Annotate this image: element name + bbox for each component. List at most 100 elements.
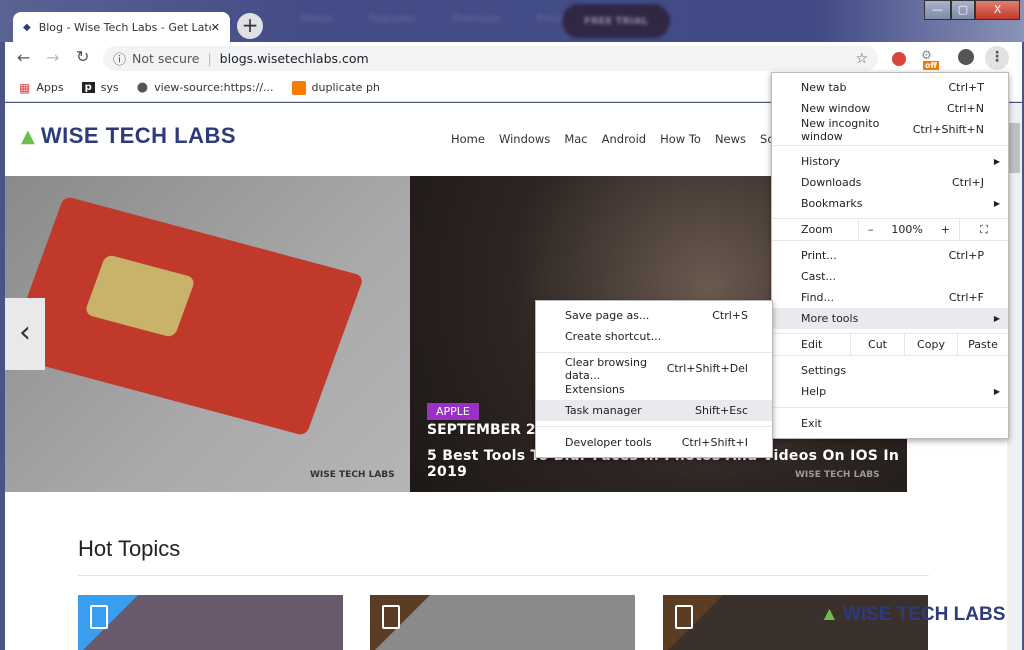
menu-downloads[interactable]: Downloads Ctrl+J	[772, 172, 1008, 193]
submenu-arrow-icon: ▶	[993, 199, 1000, 208]
more-tools-submenu: Save page as... Ctrl+S Create shortcut...…	[535, 300, 773, 458]
extension-icon[interactable]: ⚙	[921, 48, 932, 62]
security-label[interactable]: Not secure	[132, 51, 199, 66]
scrollbar-thumb[interactable]	[1009, 123, 1020, 173]
menu-history[interactable]: History ▶	[772, 151, 1008, 172]
menu-label: Exit	[801, 417, 822, 430]
bookmark-sys[interactable]: p sys	[81, 81, 119, 94]
menu-label: History	[801, 155, 841, 168]
nav-android[interactable]: Android	[602, 132, 646, 146]
bookmark-duplicate[interactable]: duplicate ph	[291, 80, 380, 95]
submenu-extensions[interactable]: Extensions	[536, 379, 772, 400]
extension-red-icon[interactable]	[892, 52, 906, 66]
p-icon: p	[81, 82, 95, 93]
nav-news[interactable]: News	[715, 132, 746, 146]
site-logo[interactable]: ▲ WISE TECH LABS	[21, 123, 236, 149]
info-icon[interactable]: ⓘ	[113, 49, 126, 68]
menu-cast[interactable]: Cast...	[772, 266, 1008, 287]
menu-label: Find...	[801, 291, 835, 304]
zoom-value: 100%	[891, 223, 923, 236]
logo-mark-icon: ▲	[820, 604, 839, 625]
menu-settings[interactable]: Settings	[772, 360, 1008, 381]
bookmark-label: sys	[100, 81, 119, 94]
blurred-background-nav: Home Features Premium Pricing	[300, 12, 574, 25]
submenu-arrow-icon: ▶	[993, 314, 1000, 323]
menu-label: Clear browsing data...	[565, 355, 647, 382]
menu-bookmarks[interactable]: Bookmarks ▶	[772, 193, 1008, 214]
submenu-save-page[interactable]: Save page as... Ctrl+S	[536, 305, 772, 326]
menu-label: Extensions	[565, 383, 625, 396]
new-tab-button[interactable]: +	[237, 13, 263, 39]
bookmark-label: Apps	[36, 81, 64, 94]
menu-exit[interactable]: Exit	[772, 413, 1008, 434]
menu-label: Print...	[801, 249, 837, 262]
bookmark-view-source[interactable]: ● view-source:https://...	[137, 80, 274, 95]
reload-icon[interactable]: ↻	[76, 47, 89, 66]
sim-card-shape	[5, 195, 365, 437]
blurred-trial-button: FREE TRIAL	[562, 4, 670, 38]
menu-label: Save page as...	[565, 309, 650, 322]
topic-card[interactable]	[78, 595, 343, 650]
sim-cards-image[interactable]: WISE TECH LABS	[5, 176, 410, 492]
menu-new-incognito[interactable]: New incognito window Ctrl+Shift+N	[772, 116, 1008, 143]
clipboard-icon	[675, 605, 693, 629]
fullscreen-icon[interactable]: ⛶	[960, 219, 1008, 240]
nav-mac[interactable]: Mac	[564, 132, 587, 146]
scrollbar[interactable]	[1007, 103, 1022, 650]
maximize-button[interactable]: ▢	[951, 0, 975, 20]
favicon-icon: ◆	[23, 21, 31, 33]
url-text[interactable]: blogs.wisetechlabs.com	[220, 51, 369, 66]
bookmark-apps[interactable]: ▦ Apps	[19, 81, 64, 95]
card-corner	[370, 595, 430, 650]
nav-how-to[interactable]: How To	[660, 132, 701, 146]
menu-more-tools[interactable]: More tools ▶	[772, 308, 1008, 329]
nav-windows[interactable]: Windows	[499, 132, 550, 146]
menu-label: New tab	[801, 81, 847, 94]
trial-label: FREE TRIAL	[583, 15, 649, 27]
tab-title: Blog - Wise Tech Labs - Get Latest	[38, 20, 211, 34]
menu-label: New incognito window	[801, 116, 880, 143]
site-nav: Home Windows Mac Android How To News So	[451, 132, 774, 146]
menu-help[interactable]: Help ▶	[772, 381, 1008, 402]
profile-icon[interactable]	[958, 49, 974, 65]
topic-card[interactable]	[370, 595, 635, 650]
browser-tab[interactable]: ◆ Blog - Wise Tech Labs - Get Latest ✕	[13, 12, 230, 42]
nav-home[interactable]: Home	[451, 132, 485, 146]
forward-icon[interactable]: →	[46, 48, 59, 67]
back-icon[interactable]: ←	[17, 48, 30, 67]
bookmark-label: view-source:https://...	[154, 81, 274, 94]
blur-nav-item: Premium	[451, 12, 501, 25]
zoom-controls: – 100% +	[858, 219, 960, 240]
menu-label: Downloads	[801, 176, 862, 189]
apps-grid-icon: ▦	[19, 80, 31, 95]
menu-print[interactable]: Print... Ctrl+P	[772, 245, 1008, 266]
menu-label: Cast...	[801, 270, 836, 283]
submenu-create-shortcut[interactable]: Create shortcut...	[536, 326, 772, 347]
minimize-button[interactable]: —	[924, 0, 951, 20]
menu-find[interactable]: Find... Ctrl+F	[772, 287, 1008, 308]
paste-button[interactable]: Paste	[957, 334, 1008, 355]
menu-shortcut: Ctrl+Shift+I	[681, 436, 748, 449]
submenu-developer-tools[interactable]: Developer tools Ctrl+Shift+I	[536, 432, 772, 453]
zoom-in-button[interactable]: +	[941, 223, 950, 236]
globe-icon: ●	[136, 80, 149, 95]
clipboard-icon	[90, 605, 108, 629]
close-window-button[interactable]: X	[975, 0, 1020, 20]
bookmark-star-icon[interactable]: ☆	[855, 51, 868, 67]
cut-button[interactable]: Cut	[850, 334, 904, 355]
divider	[78, 575, 929, 576]
menu-kebab-icon[interactable]: ⋮	[985, 46, 1009, 70]
address-bar[interactable]: ⓘ Not secure | blogs.wisetechlabs.com ☆	[103, 46, 878, 71]
slider-prev-button[interactable]: ‹	[5, 298, 45, 370]
menu-new-tab[interactable]: New tab Ctrl+T	[772, 77, 1008, 98]
zoom-out-button[interactable]: –	[868, 223, 874, 236]
copy-button[interactable]: Copy	[904, 334, 957, 355]
menu-label: Settings	[801, 364, 847, 377]
submenu-clear-data[interactable]: Clear browsing data... Ctrl+Shift+Del	[536, 355, 772, 382]
category-badge[interactable]: APPLE	[427, 403, 479, 420]
menu-label: Help	[801, 385, 827, 398]
menu-shortcut: Ctrl+T	[948, 81, 984, 94]
close-tab-icon[interactable]: ✕	[211, 21, 220, 34]
submenu-task-manager[interactable]: Task manager Shift+Esc	[536, 400, 772, 421]
menu-separator	[772, 407, 1008, 408]
